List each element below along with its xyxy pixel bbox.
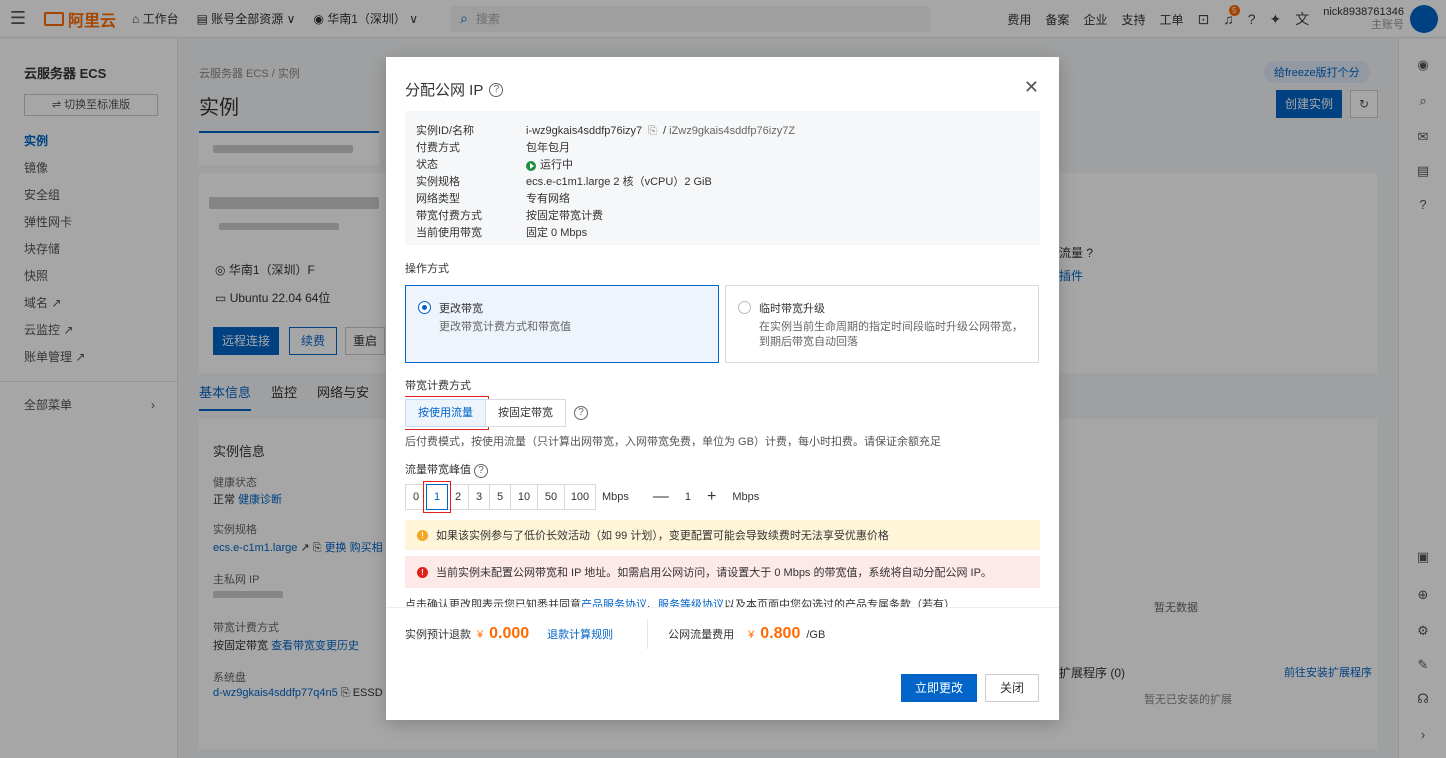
fee-summary: 实例预计退款 ¥0.000 退款计算规则 公网流量费用 ¥0.800/GB bbox=[386, 607, 1059, 659]
peak-option-50[interactable]: 50 bbox=[537, 484, 565, 510]
peak-option-2[interactable]: 2 bbox=[447, 484, 469, 510]
bandwidth-stepper: — 1 + Mbps bbox=[653, 488, 759, 506]
peak-option-100[interactable]: 100 bbox=[564, 484, 596, 510]
status-badge: 运行中 bbox=[526, 157, 573, 174]
peak-bandwidth-label: 流量带宽峰值 ? bbox=[405, 461, 1040, 478]
option-temp-upgrade[interactable]: 临时带宽升级 在实例当前生命周期的指定时间段临时升级公网带宽，到期后带宽自动回落 bbox=[725, 285, 1039, 363]
assign-public-ip-dialog: 分配公网 IP? ✕ 实例ID/名称 i-wz9gkais4sddfp76izy7… bbox=[386, 57, 1059, 720]
billing-by-traffic-button[interactable]: 按使用流量 bbox=[405, 396, 489, 430]
peak-bandwidth-selector: 0 1 2 3 5 10 50 100 Mbps — 1 + Mbps bbox=[405, 481, 1040, 513]
info-row-current-bw: 当前使用带宽 固定 0 Mbps bbox=[416, 227, 588, 239]
help-icon[interactable]: ? bbox=[574, 406, 588, 420]
dialog-body: 实例ID/名称 i-wz9gkais4sddfp76izy7 ⎘ / iZwz9gka… bbox=[405, 111, 1040, 607]
peak-option-0[interactable]: 0 bbox=[405, 484, 427, 510]
billing-fixed-bandwidth-button[interactable]: 按固定带宽 bbox=[485, 399, 566, 427]
peak-option-3[interactable]: 3 bbox=[468, 484, 490, 510]
info-row-status: 状态 运行中 bbox=[416, 157, 1029, 174]
copy-icon[interactable]: ⎘ bbox=[648, 125, 657, 137]
traffic-fee: 公网流量费用 ¥0.800/GB bbox=[668, 624, 826, 642]
plus-icon[interactable]: + bbox=[707, 488, 716, 506]
warning-icon: ! bbox=[417, 529, 428, 541]
help-icon[interactable]: ? bbox=[489, 82, 504, 97]
option-change-bandwidth[interactable]: 更改带宽 更改带宽计费方式和带宽值 bbox=[405, 285, 719, 363]
refund-estimate: 实例预计退款 ¥0.000 退款计算规则 bbox=[405, 624, 614, 642]
operation-options: 更改带宽 更改带宽计费方式和带宽值 临时带宽升级 在实例当前生命周期的指定时间段临时… bbox=[405, 285, 1040, 363]
running-icon bbox=[526, 160, 536, 171]
service-agreement-link[interactable]: 产品服务协议 bbox=[581, 599, 647, 607]
sla-link[interactable]: 服务等级协议 bbox=[658, 599, 724, 607]
help-icon[interactable]: ? bbox=[474, 464, 489, 478]
confirm-change-button[interactable]: 立即更改 bbox=[900, 674, 977, 702]
info-row-network: 网络类型 专有网络 bbox=[416, 193, 570, 205]
traffic-amount: 0.800 bbox=[760, 624, 801, 642]
peak-option-5[interactable]: 5 bbox=[489, 484, 511, 510]
refund-rule-link[interactable]: 退款计算规则 bbox=[547, 626, 613, 642]
billing-method-segment: 按使用流量 按固定带宽 ? bbox=[405, 396, 1040, 430]
dialog-title: 分配公网 IP? bbox=[405, 79, 504, 100]
info-row-payment: 付费方式 包年包月 bbox=[416, 142, 570, 154]
operation-label: 操作方式 bbox=[405, 263, 449, 275]
minus-icon[interactable]: — bbox=[653, 488, 669, 506]
dialog-actions: 立即更改 关闭 bbox=[900, 674, 1039, 702]
instance-info-box: 实例ID/名称 i-wz9gkais4sddfp76izy7 ⎘ / iZwz9gka… bbox=[405, 111, 1040, 245]
peak-option-10[interactable]: 10 bbox=[510, 484, 538, 510]
info-row-bw-payment: 带宽付费方式 按固定带宽计费 bbox=[416, 210, 603, 222]
info-row-id: 实例ID/名称 i-wz9gkais4sddfp76izy7 ⎘ / iZwz9gka… bbox=[416, 125, 796, 137]
peak-unit: Mbps bbox=[602, 491, 629, 503]
fee-divider bbox=[647, 618, 649, 649]
billing-hint: 后付费模式，按使用流量（只计算出网带宽，入网带宽免费，单位为 GB）计费，每小时… bbox=[405, 436, 941, 448]
agreement-text: 点击确认更改即表示您已知悉并同意产品服务协议、服务等级协议以及本页面中您勾选过的… bbox=[405, 596, 1040, 607]
refund-amount: 0.000 bbox=[489, 624, 530, 642]
error-icon: ! bbox=[417, 566, 428, 578]
warning-alert: ! 如果该实例参与了低价长效活动（如 99 计划），变更配置可能会导致续费时无法享… bbox=[405, 520, 1040, 550]
peak-option-1[interactable]: 1 bbox=[423, 481, 451, 513]
stepper-unit: Mbps bbox=[732, 491, 760, 503]
close-icon[interactable]: ✕ bbox=[1024, 77, 1039, 98]
billing-method-label: 带宽计费方式 bbox=[405, 380, 471, 392]
info-row-spec: 实例规格 ecs.e-c1m1.large 2 核（vCPU）2 GiB bbox=[416, 176, 712, 188]
close-button[interactable]: 关闭 bbox=[984, 674, 1039, 702]
error-alert: ! 当前实例未配置公网带宽和 IP 地址。如需启用公网访问，请设置大于 0 Mbp… bbox=[405, 556, 1040, 588]
radio-selected-icon[interactable] bbox=[418, 301, 431, 314]
stepper-value[interactable]: 1 bbox=[685, 491, 691, 503]
radio-unselected-icon[interactable] bbox=[738, 301, 751, 314]
